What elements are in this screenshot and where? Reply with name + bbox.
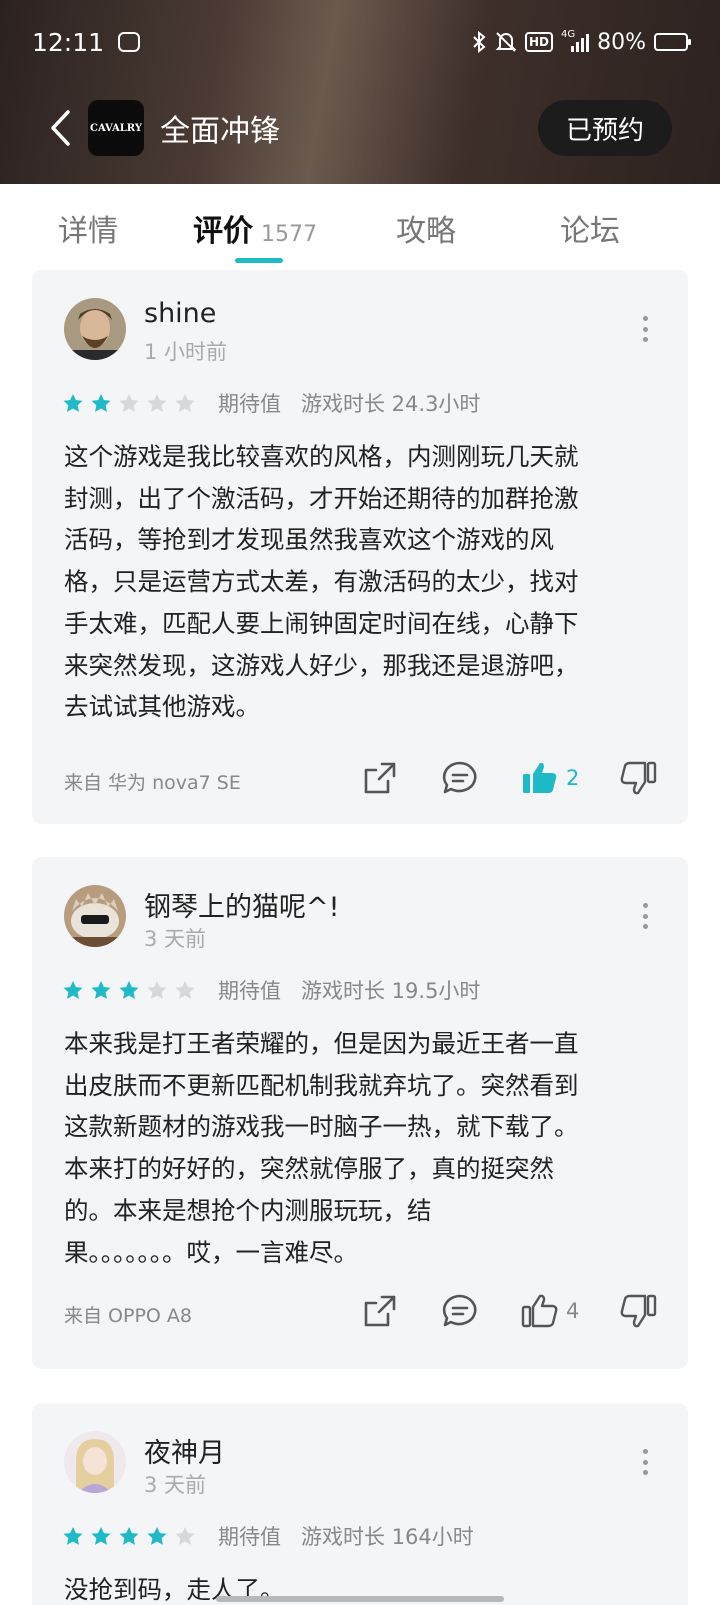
back-arrow-icon[interactable]: [48, 108, 76, 148]
review-text-line: 手太难，匹配人要上闹钟固定时间在线，心静下: [64, 608, 579, 638]
app-header: 12:11 HD 4G 80% CAVALRY 全面冲锋 已预约: [0, 0, 720, 184]
like-button[interactable]: 4: [520, 1291, 618, 1331]
star-filled-icon: [91, 981, 111, 999]
review-actions: 2: [360, 758, 658, 798]
rating-row: 期待值 游戏时长 24.3小时: [62, 388, 480, 418]
review-text-line: 去试试其他游戏。: [64, 692, 260, 722]
network-type: 4G: [560, 28, 576, 40]
playtime: 游戏时长 19.5小时: [301, 979, 481, 1003]
signal-icon: 4G: [560, 28, 590, 54]
battery-icon: [654, 33, 691, 51]
thumbs-up-icon: [520, 1291, 560, 1331]
reserved-button[interactable]: 已预约: [537, 100, 672, 156]
expect-label: 期待值: [218, 979, 281, 1003]
star-filled-icon: [91, 394, 111, 412]
star-empty-icon: [175, 394, 195, 412]
review-text-line: 的。本来是想抢个内测服玩玩，结: [64, 1195, 432, 1225]
review-text-line: 封测，出了个激活码，才开始还期待的加群抢激: [64, 483, 579, 513]
battery-percent: 80%: [597, 29, 646, 55]
hd-icon: HD: [524, 32, 553, 52]
review-card: shine 1 小时前 期待值 游戏时长 24.3小时 这个游戏是我比较喜欢的风…: [32, 270, 688, 824]
review-text-line: 这款新题材的游戏我一时脑子一热，就下载了。: [64, 1112, 579, 1142]
status-icons: HD 4G 80%: [471, 28, 691, 55]
star-empty-icon: [119, 394, 139, 412]
star-filled-icon: [63, 981, 83, 999]
like-count: 2: [566, 766, 580, 790]
expect-label: 期待值: [218, 1525, 281, 1549]
star-rating: [62, 979, 196, 1001]
thumbs-down-icon[interactable]: [618, 1291, 658, 1331]
avatar[interactable]: [64, 298, 126, 360]
playtime: 游戏时长 24.3小时: [301, 392, 481, 416]
status-time: 12:11: [32, 27, 105, 57]
share-icon[interactable]: [360, 1291, 400, 1331]
star-filled-icon: [63, 394, 83, 412]
avatar[interactable]: [64, 1431, 126, 1493]
thumbs-down-icon[interactable]: [618, 758, 658, 798]
playtime: 游戏时长 164小时: [301, 1525, 474, 1549]
expect-label: 期待值: [218, 392, 281, 416]
status-bar: 12:11 HD 4G 80%: [0, 0, 720, 84]
like-count: 4: [566, 1299, 580, 1323]
review-time: 3 天前: [144, 927, 207, 951]
comment-icon[interactable]: [440, 758, 480, 798]
mute-bell-icon: [495, 30, 517, 54]
more-options-icon[interactable]: [642, 903, 648, 929]
review-device: 来自 OPPO A8: [64, 1305, 192, 1327]
like-button[interactable]: 2: [520, 758, 618, 798]
reviewer-name[interactable]: shine: [144, 298, 216, 329]
review-actions: 4: [360, 1291, 658, 1331]
review-text-line: 本来打的好好的，突然就停服了，真的挺突然: [64, 1154, 554, 1184]
reviewer-name[interactable]: 夜神月: [144, 1431, 225, 1470]
home-indicator[interactable]: [216, 1596, 504, 1602]
tab-bar: 详情 评价 1577 攻略 论坛: [0, 184, 720, 264]
bluetooth-icon: [471, 30, 487, 54]
thumbs-up-icon: [520, 758, 560, 798]
rating-row: 期待值 游戏时长 164小时: [62, 1521, 474, 1551]
comment-icon[interactable]: [440, 1291, 480, 1331]
title-row: CAVALRY 全面冲锋 已预约: [0, 96, 720, 160]
review-time: 1 小时前: [144, 340, 228, 364]
star-filled-icon: [119, 1527, 139, 1545]
star-empty-icon: [147, 981, 167, 999]
tab-reviews-label: 评价: [193, 214, 253, 249]
review-card: 夜神月 3 天前 期待值 游戏时长 164小时 没抢到码，走人了。: [32, 1403, 688, 1605]
more-options-icon[interactable]: [642, 1449, 648, 1475]
review-text-line: 这个游戏是我比较喜欢的风格，内测刚玩几天就: [64, 442, 579, 471]
review-text: 这个游戏是我比较喜欢的风格，内测刚玩几天就 封测，出了个激活码，才开始还期待的加群…: [64, 436, 654, 728]
review-text-line: 本来我是打王者荣耀的，但是因为最近王者一直: [64, 1029, 579, 1058]
tab-details[interactable]: 详情: [58, 206, 118, 250]
review-time: 3 天前: [144, 1473, 207, 1497]
share-icon[interactable]: [360, 758, 400, 798]
review-text: 本来我是打王者荣耀的，但是因为最近王者一直 出皮肤而不更新匹配机制我就弃坑了。突然…: [64, 1023, 654, 1273]
tab-forum[interactable]: 论坛: [560, 206, 620, 250]
star-empty-icon: [147, 394, 167, 412]
review-text-line: 活码，等抢到才发现虽然我喜欢这个游戏的风: [64, 525, 554, 555]
rating-row: 期待值 游戏时长 19.5小时: [62, 975, 480, 1005]
review-device: 来自 华为 nova7 SE: [64, 772, 241, 794]
star-filled-icon: [147, 1527, 167, 1545]
review-text-line: 来突然发现，这游戏人好少，那我还是退游吧，: [64, 650, 579, 680]
star-filled-icon: [91, 1527, 111, 1545]
tab-guides[interactable]: 攻略: [396, 206, 456, 250]
active-tab-indicator: [235, 258, 283, 263]
review-count: 1577: [261, 222, 317, 247]
review-card: 钢琴上的猫呢^! 3 天前 期待值 游戏时长 19.5小时 本来我是打王者荣耀的…: [32, 857, 688, 1369]
game-controller-icon: [118, 32, 141, 52]
more-options-icon[interactable]: [642, 316, 648, 342]
star-empty-icon: [175, 981, 195, 999]
game-logo: CAVALRY: [88, 100, 144, 156]
reviewer-name[interactable]: 钢琴上的猫呢^!: [144, 885, 339, 924]
tab-reviews[interactable]: 评价 1577: [193, 206, 317, 250]
star-filled-icon: [119, 981, 139, 999]
review-text-line: 格，只是运营方式太差，有激活码的太少，找对: [64, 567, 579, 597]
star-empty-icon: [175, 1527, 195, 1545]
star-rating: [62, 1525, 196, 1547]
star-rating: [62, 392, 196, 414]
review-text-line: 出皮肤而不更新匹配机制我就弃坑了。突然看到: [64, 1070, 579, 1100]
game-title: 全面冲锋: [160, 114, 280, 149]
star-filled-icon: [63, 1527, 83, 1545]
avatar[interactable]: [64, 885, 126, 947]
review-text-line: 果。。。。。。。哎，一言难尽。: [64, 1237, 358, 1267]
